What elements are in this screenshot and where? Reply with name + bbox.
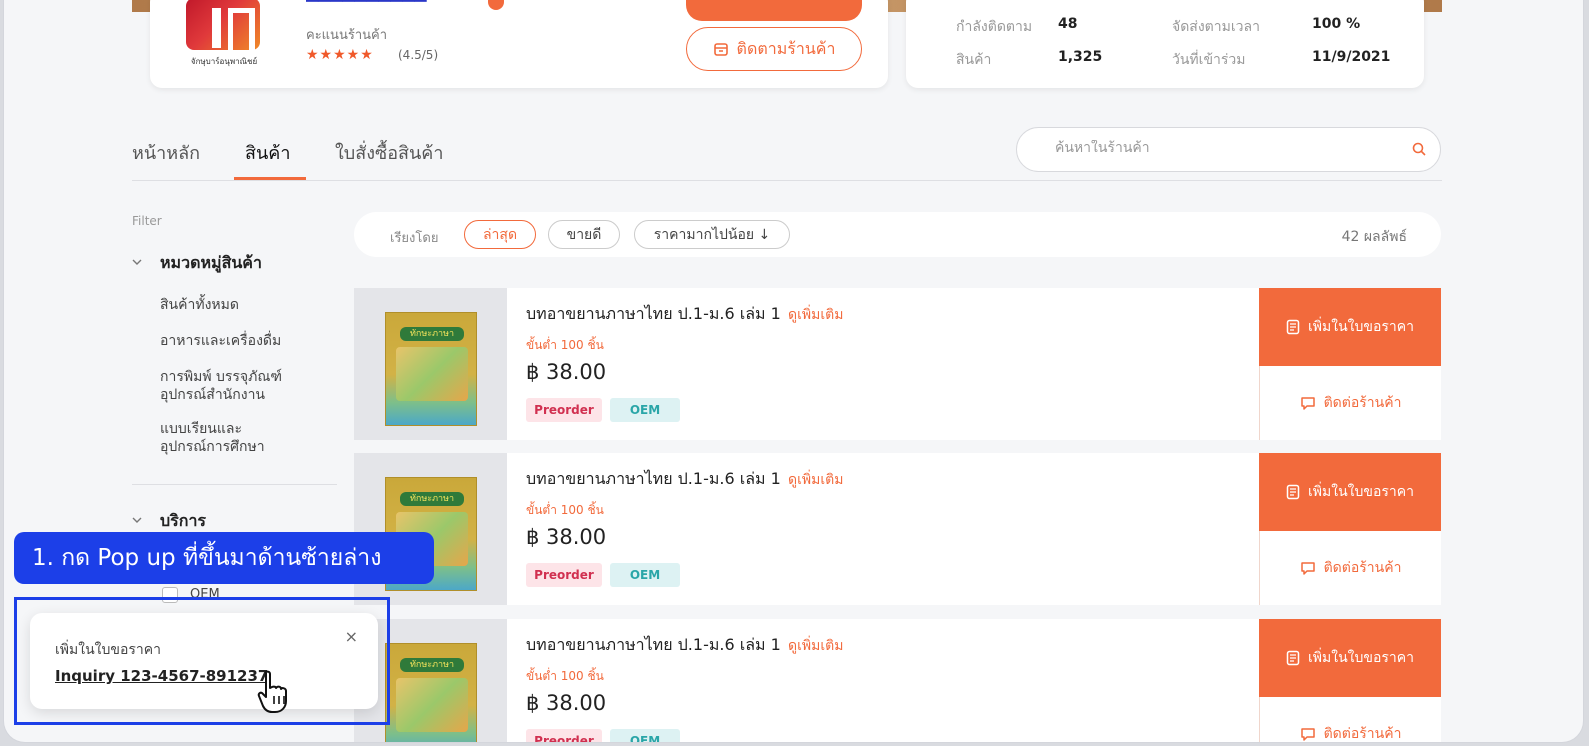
ontime-label: จัดส่งตามเวลา — [1172, 19, 1260, 35]
see-more-link[interactable]: ดูเพิ่มเติม — [788, 635, 843, 657]
followers-value: 48 — [1058, 16, 1078, 32]
contact-shop-button[interactable]: ติดต่อร้านค้า — [1259, 366, 1441, 440]
tab-home[interactable]: หน้าหลัก — [132, 138, 200, 167]
book-cover: ทักษะภาษา — [385, 643, 477, 742]
chat-icon — [1300, 397, 1315, 410]
book-cover: ทักษะภาษา — [385, 312, 477, 426]
follow-shop-button[interactable]: ติดตามร้านค้า — [686, 27, 862, 71]
search-icon[interactable] — [1412, 142, 1426, 156]
product-price: ฿ 38.00 — [526, 360, 607, 384]
tab-purchase-orders[interactable]: ใบสั่งซื้อสินค้า — [335, 138, 443, 167]
product-row: ทักษะภาษา บทอาขยานภาษาไทย ป.1-ม.6 เล่ม 1… — [354, 453, 1441, 605]
chevron-down-icon[interactable] — [132, 257, 142, 267]
shop-card: จักษุบาร์อนุพาณิชย์ ━━━━━━━━━━ คะแนนร้าน… — [150, 0, 888, 88]
document-icon — [1286, 319, 1300, 335]
contact-shop-button[interactable]: ติดต่อร้านค้า — [1259, 697, 1441, 742]
search-input[interactable] — [1055, 140, 1395, 156]
min-order: ขั้นต่ำ 100 ชิ้น — [526, 503, 604, 517]
inquiry-link[interactable]: Inquiry 123-4567-891237 — [55, 667, 268, 685]
shop-name[interactable]: ━━━━━━━━━━ — [306, 0, 456, 10]
follow-shop-label: ติดตามร้านค้า — [736, 38, 836, 58]
joined-label: วันที่เข้าร่วม — [1172, 52, 1246, 68]
see-more-link[interactable]: ดูเพิ่มเติม — [788, 304, 843, 326]
min-order: ขั้นต่ำ 100 ชิ้น — [526, 338, 604, 352]
shop-stats-card: กำลังติดตาม 48 จัดส่งตามเวลา 100 % สินค้… — [906, 0, 1424, 88]
sort-price-chip[interactable]: ราคามากไปน้อย ↓ — [634, 220, 790, 249]
sidebar-divider — [132, 484, 337, 485]
contact-shop-label: ติดต่อร้านค้า — [1323, 560, 1402, 576]
sort-bestseller-chip[interactable]: ขายดี — [548, 220, 620, 249]
step-annotation: 1. กด Pop up ที่ขึ้นมาด้านซ้ายล่าง — [14, 532, 434, 584]
add-to-quote-label: เพิ่มในใบขอราคา — [1308, 319, 1414, 335]
products-value: 1,325 — [1058, 49, 1103, 65]
category-all[interactable]: สินค้าทั้งหมด — [160, 296, 239, 314]
contact-shop-label: ติดต่อร้านค้า — [1323, 395, 1402, 411]
chevron-down-icon[interactable] — [132, 515, 142, 525]
chat-icon — [1300, 728, 1315, 741]
tab-products[interactable]: สินค้า — [245, 138, 290, 167]
oem-badge: OEM — [610, 563, 680, 587]
preorder-badge: Preorder — [526, 398, 602, 422]
sort-bar: เรียงโดย ล่าสุด ขายดี ราคามากไปน้อย ↓ 42… — [354, 212, 1441, 257]
ontime-value: 100 % — [1312, 16, 1361, 32]
frame: จักษุบาร์อนุพาณิชย์ ━━━━━━━━━━ คะแนนร้าน… — [0, 0, 1589, 746]
badge-icon — [488, 0, 504, 10]
oem-badge: OEM — [610, 398, 680, 422]
add-to-quote-label: เพิ่มในใบขอราคา — [1308, 650, 1414, 666]
contact-shop-label: ติดต่อร้านค้า — [1323, 726, 1402, 742]
category-printing[interactable]: การพิมพ์ บรรจุภัณฑ์ อุปกรณ์สำนักงาน — [160, 368, 282, 404]
preorder-badge: Preorder — [526, 729, 602, 742]
min-order: ขั้นต่ำ 100 ชิ้น — [526, 669, 604, 683]
product-price: ฿ 38.00 — [526, 525, 607, 549]
see-more-link[interactable]: ดูเพิ่มเติม — [788, 469, 843, 491]
product-thumbnail[interactable]: ทักษะภาษา — [354, 288, 507, 440]
document-icon — [1286, 484, 1300, 500]
chat-icon — [1300, 562, 1315, 575]
rating-label: คะแนนร้านค้า — [306, 28, 387, 43]
joined-value: 11/9/2021 — [1312, 49, 1391, 65]
service-group-title[interactable]: บริการ — [160, 509, 206, 534]
sort-latest-chip[interactable]: ล่าสุด — [464, 220, 536, 249]
chat-shop-button[interactable] — [686, 0, 862, 21]
product-title[interactable]: บทอาขยานภาษาไทย ป.1-ม.6 เล่ม 1 — [526, 302, 781, 327]
sort-label: เรียงโดย — [390, 231, 439, 246]
shop-logo: จักษุบาร์อนุพาณิชย์ — [184, 0, 264, 78]
oem-badge: OEM — [610, 729, 680, 742]
rating-stars: ★★★★★ — [306, 47, 374, 63]
product-title[interactable]: บทอาขยานภาษาไทย ป.1-ม.6 เล่ม 1 — [526, 633, 781, 658]
results-count: 42 ผลลัพธ์ — [1341, 229, 1407, 245]
preorder-badge: Preorder — [526, 563, 602, 587]
logo-mark — [186, 0, 260, 53]
products-label: สินค้า — [956, 52, 992, 68]
product-title[interactable]: บทอาขยานภาษาไทย ป.1-ม.6 เล่ม 1 — [526, 467, 781, 492]
product-row: ทักษะภาษา บทอาขยานภาษาไทย ป.1-ม.6 เล่ม 1… — [354, 288, 1441, 440]
product-row: ทักษะภาษา บทอาขยานภาษาไทย ป.1-ม.6 เล่ม 1… — [354, 619, 1441, 742]
hand-cursor-icon — [257, 670, 287, 713]
followers-label: กำลังติดตาม — [956, 19, 1033, 35]
quote-toast[interactable]: เพิ่มในใบขอราคา Inquiry 123-4567-891237 … — [30, 613, 378, 709]
filter-label: Filter — [132, 214, 162, 228]
logo-text: จักษุบาร์อนุพาณิชย์ — [190, 57, 258, 66]
rating-value: (4.5/5) — [398, 48, 439, 62]
screen: จักษุบาร์อนุพาณิชย์ ━━━━━━━━━━ คะแนนร้าน… — [3, 0, 1584, 743]
category-group-title[interactable]: หมวดหมู่สินค้า — [160, 251, 262, 276]
shop-search[interactable] — [1016, 127, 1441, 172]
category-education[interactable]: แบบเรียนและ อุปกรณ์การศึกษา — [160, 420, 265, 456]
store-icon — [713, 43, 728, 56]
add-to-quote-label: เพิ่มในใบขอราคา — [1308, 484, 1414, 500]
tabs-divider — [132, 180, 1442, 181]
add-to-quote-button[interactable]: เพิ่มในใบขอราคา — [1259, 453, 1441, 531]
document-icon — [1286, 650, 1300, 666]
product-price: ฿ 38.00 — [526, 691, 607, 715]
add-to-quote-button[interactable]: เพิ่มในใบขอราคา — [1259, 619, 1441, 697]
add-to-quote-button[interactable]: เพิ่มในใบขอราคา — [1259, 288, 1441, 366]
toast-title: เพิ่มในใบขอราคา — [55, 642, 161, 658]
category-food[interactable]: อาหารและเครื่องดื่ม — [160, 332, 281, 350]
contact-shop-button[interactable]: ติดต่อร้านค้า — [1259, 531, 1441, 605]
close-icon[interactable]: × — [345, 627, 358, 646]
